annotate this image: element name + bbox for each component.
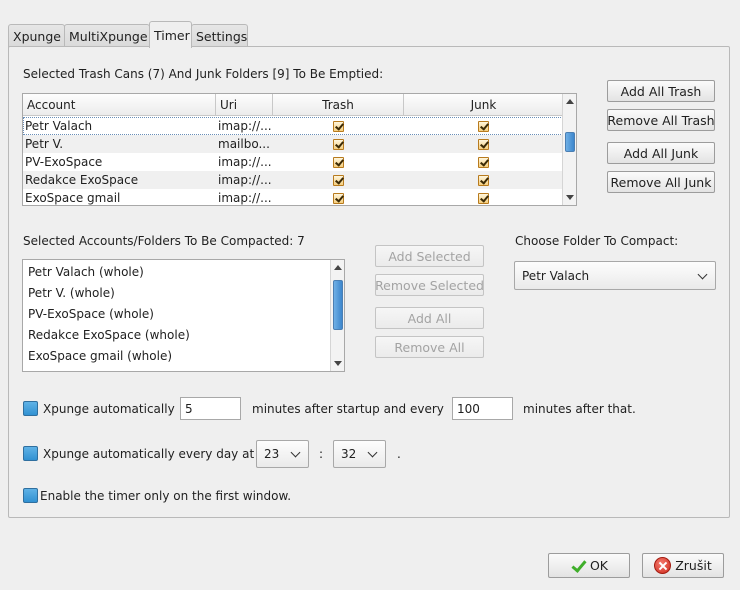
cell-uri: imap://... [218,173,272,187]
cell-account: PV-ExoSpace [25,155,103,169]
auto-xpunge-label: Xpunge automatically [43,402,175,416]
tab-timer[interactable]: Timer [149,21,192,48]
time-separator: : [319,447,324,461]
trash-checkbox[interactable] [333,138,344,150]
scroll-up-icon[interactable] [566,99,574,104]
table-row[interactable]: Petr Valach imap://... [23,117,563,135]
remove-all-junk-button[interactable]: Remove All Junk [607,171,715,193]
column-junk[interactable]: Junk [404,94,563,116]
trash-section-title: Selected Trash Cans (7) And Junk Folders… [23,67,384,81]
column-trash[interactable]: Trash [273,94,404,116]
after-that-label: minutes after that. [523,402,636,416]
junk-checkbox[interactable] [478,192,489,204]
compact-section-title: Selected Accounts/Folders To Be Compacte… [23,234,305,248]
chevron-down-icon [697,269,708,280]
table-row[interactable]: ExoSpace gmail imap://... [23,189,563,205]
remove-all-button[interactable]: Remove All [375,336,484,358]
auto-xpunge-checkbox[interactable] [23,401,38,416]
list-item[interactable]: Petr V. (whole) [23,282,344,303]
scroll-up-icon[interactable] [334,265,342,270]
after-startup-label: minutes after startup and every [252,402,444,416]
list-scrollbar[interactable] [330,260,344,371]
scroll-thumb[interactable] [565,132,575,152]
column-account[interactable]: Account [23,94,216,116]
cell-uri: imap://... [218,191,272,205]
cancel-label: Zrušit [675,558,712,573]
cell-uri: imap://... [218,155,272,169]
cell-uri: mailbo... [218,137,270,151]
table-body: Petr Valach imap://... Petr V. mailbo...… [23,117,563,205]
table-row[interactable]: PV-ExoSpace imap://... [23,153,563,171]
combo-value: Petr Valach [522,268,590,283]
choose-folder-label: Choose Folder To Compact: [515,234,679,248]
cell-account: Redakce ExoSpace [25,173,139,187]
add-selected-button[interactable]: Add Selected [375,245,484,267]
tab-label: MultiXpunge [69,29,148,44]
column-uri[interactable]: Uri [216,94,273,116]
scroll-down-icon[interactable] [334,361,342,366]
tab-xpunge[interactable]: Xpunge [8,24,65,48]
minute-value: 32 [341,447,357,461]
hour-select[interactable]: 23 [256,440,309,468]
daily-suffix: . [397,447,401,461]
table-row[interactable]: Redakce ExoSpace imap://... [23,171,563,189]
first-window-label: Enable the timer only on the first windo… [40,489,292,503]
ok-button[interactable]: OK [548,553,630,578]
table-row[interactable]: Petr V. mailbo... [23,135,563,153]
checkmark-icon [570,558,586,574]
compact-folders-list: Petr Valach (whole) Petr V. (whole) PV-E… [22,259,345,372]
trash-checkbox[interactable] [333,174,344,186]
cell-account: Petr Valach [25,119,93,133]
junk-checkbox[interactable] [478,156,489,168]
cancel-icon [654,557,672,574]
remove-selected-button[interactable]: Remove Selected [375,274,484,296]
cell-account: Petr V. [25,137,64,151]
daily-xpunge-label: Xpunge automatically every day at [43,447,255,461]
table-scrollbar[interactable] [562,94,576,205]
tab-label: Xpunge [13,29,61,44]
list-item[interactable]: ExoSpace gmail (whole) [23,345,344,366]
first-window-checkbox[interactable] [23,488,38,503]
add-all-button[interactable]: Add All [375,307,484,329]
trash-checkbox[interactable] [333,192,344,204]
daily-xpunge-checkbox[interactable] [23,446,38,461]
cell-uri: imap://... [218,119,272,133]
trash-junk-table: Account Uri Trash Junk Petr Valach imap:… [22,93,577,206]
list-item[interactable]: Redakce ExoSpace (whole) [23,324,344,345]
tab-label: Timer [154,27,190,43]
chevron-down-icon [367,447,378,458]
chevron-down-icon [290,447,301,458]
table-header: Account Uri Trash Junk [23,94,563,116]
trash-checkbox[interactable] [333,156,344,168]
scroll-down-icon[interactable] [566,195,574,200]
junk-checkbox[interactable] [478,120,489,132]
add-all-trash-button[interactable]: Add All Trash [607,80,715,102]
trash-checkbox[interactable] [333,120,344,132]
cancel-button[interactable]: Zrušit [642,553,724,578]
tab-multixpunge[interactable]: MultiXpunge [64,24,150,48]
tab-label: Settings [196,29,248,44]
junk-checkbox[interactable] [478,174,489,186]
ok-label: OK [589,558,609,573]
hour-value: 23 [264,447,280,461]
tab-settings[interactable]: Settings [191,24,248,48]
minute-select[interactable]: 32 [333,440,386,468]
cell-account: ExoSpace gmail [25,191,121,205]
remove-all-trash-button[interactable]: Remove All Trash [607,109,715,131]
startup-minutes-input[interactable] [180,397,241,420]
scroll-thumb[interactable] [333,280,343,330]
list-item[interactable]: PV-ExoSpace (whole) [23,303,344,324]
choose-folder-combo[interactable]: Petr Valach [514,261,716,290]
junk-checkbox[interactable] [478,138,489,150]
add-all-junk-button[interactable]: Add All Junk [607,142,715,164]
every-minutes-input[interactable] [452,397,513,420]
list-item[interactable]: Petr Valach (whole) [23,261,344,282]
tab-bar: Xpunge MultiXpunge Timer Settings [8,21,248,48]
